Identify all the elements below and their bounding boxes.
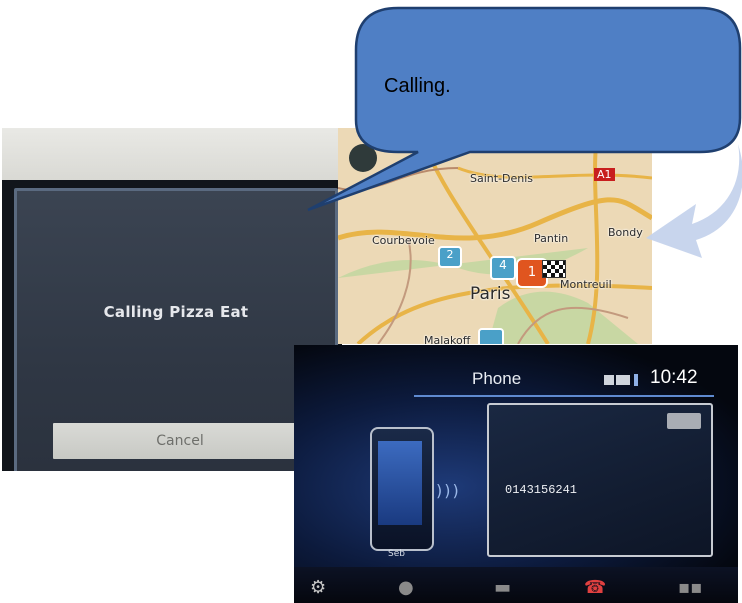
map-label-montreuil: Montreuil: [560, 278, 612, 291]
phone-handset-icon: [370, 427, 434, 551]
hang-up-icon[interactable]: ☎: [584, 577, 606, 598]
poi-marker-bottom[interactable]: [478, 328, 504, 344]
poi-marker-4[interactable]: 4: [490, 256, 516, 280]
dialog-top-bar: [2, 128, 342, 180]
callout-text: Calling.: [384, 75, 451, 97]
map-label-bondy: Bondy: [608, 226, 643, 239]
call-dialog-photo: Calling Pizza Eat Cancel: [2, 128, 342, 471]
poi-marker-2[interactable]: 2: [438, 246, 462, 268]
microphone-icon[interactable]: ●: [398, 577, 414, 598]
phone-screen-photo: Phone 10:42 0143156241 Seb ))) ⚙ ● ▬ ☎ ▪…: [294, 345, 738, 603]
map-label-pantin: Pantin: [534, 232, 569, 245]
dialed-number: 0143156241: [505, 483, 578, 497]
settings-gear-icon[interactable]: ⚙: [310, 577, 326, 598]
keypad-button[interactable]: [667, 413, 701, 429]
calling-waves-icon: ))): [436, 481, 461, 500]
map-label-malakoff: Malakoff: [424, 334, 471, 344]
curved-arrow-icon: [646, 144, 742, 258]
phone-clock: 10:42: [650, 367, 698, 388]
calling-dialog: Calling Pizza Eat Cancel: [14, 188, 338, 471]
signal-battery-bluetooth-icons: [604, 374, 638, 386]
cancel-button[interactable]: Cancel: [53, 423, 307, 459]
calling-title: Calling Pizza Eat: [103, 303, 249, 321]
finish-flag-icon: [542, 260, 566, 278]
contact-name: Seb: [388, 549, 405, 559]
more-icon[interactable]: ▪▪: [678, 577, 702, 598]
map-label-courbevoie: Courbevoie: [372, 234, 435, 247]
phone-bottom-bar: ⚙ ● ▬ ☎ ▪▪: [294, 567, 738, 603]
handsfree-icon[interactable]: ▬: [494, 577, 511, 598]
map-label-paris: Paris: [470, 284, 511, 304]
phone-title: Phone: [472, 369, 522, 388]
dialed-number-panel: 0143156241: [487, 403, 713, 557]
